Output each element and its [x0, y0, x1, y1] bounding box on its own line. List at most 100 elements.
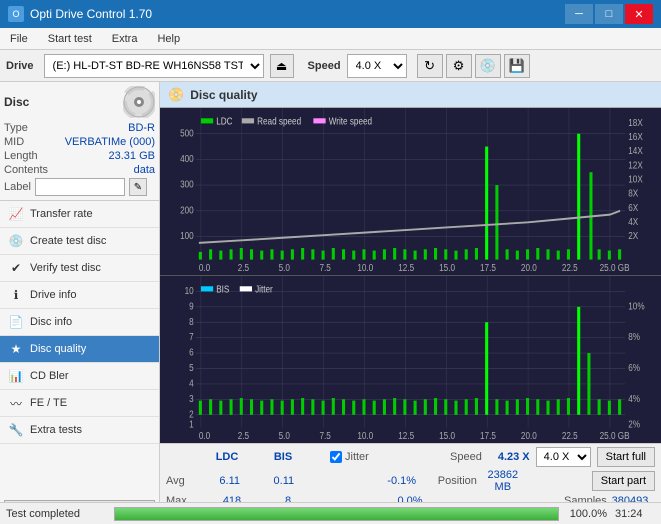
nav-fe-te[interactable]: 〰 FE / TE — [0, 390, 159, 417]
svg-text:2%: 2% — [628, 419, 640, 430]
disc-button[interactable]: 💿 — [475, 54, 501, 78]
svg-text:Read speed: Read speed — [257, 116, 301, 127]
charts-area: 500 400 300 200 100 18X 16X 14X 12X 10X … — [160, 108, 661, 443]
menu-extra[interactable]: Extra — [106, 31, 144, 47]
avg-bis: 0.11 — [260, 475, 308, 487]
position-label: Position — [438, 475, 473, 487]
svg-text:10%: 10% — [628, 301, 644, 312]
drive-select[interactable]: (E:) HL-DT-ST BD-RE WH16NS58 TST4 — [44, 54, 264, 78]
svg-text:2X: 2X — [628, 230, 638, 241]
disc-info-icon: 📄 — [8, 314, 24, 330]
svg-text:7.5: 7.5 — [320, 262, 331, 273]
svg-text:3: 3 — [189, 393, 194, 404]
length-value: 23.31 GB — [109, 150, 155, 162]
nav-verify-test-disc[interactable]: ✔ Verify test disc — [0, 255, 159, 282]
svg-text:17.5: 17.5 — [480, 262, 496, 273]
chart1-svg: 500 400 300 200 100 18X 16X 14X 12X 10X … — [160, 108, 661, 275]
maximize-button[interactable]: □ — [595, 4, 623, 24]
svg-text:LDC: LDC — [216, 116, 233, 127]
length-label: Length — [4, 150, 38, 162]
drive-info-label: Drive info — [30, 289, 76, 301]
refresh-button[interactable]: ↻ — [417, 54, 443, 78]
disc-info-label: Disc info — [30, 316, 72, 328]
svg-text:25.0 GB: 25.0 GB — [600, 262, 630, 273]
fe-te-label: FE / TE — [30, 397, 67, 409]
speed-select[interactable]: 4.0 X — [347, 54, 407, 78]
disc-panel: Disc Type BD-R MID VERBATIMe (000) Lengt… — [0, 82, 159, 201]
save-button[interactable]: 💾 — [504, 54, 530, 78]
menu-start-test[interactable]: Start test — [42, 31, 98, 47]
svg-text:4X: 4X — [628, 216, 638, 227]
start-full-button[interactable]: Start full — [597, 447, 655, 467]
svg-text:14X: 14X — [628, 145, 643, 156]
svg-text:0.0: 0.0 — [199, 430, 210, 441]
svg-text:200: 200 — [180, 204, 194, 215]
svg-text:9: 9 — [189, 301, 194, 312]
nav-disc-quality[interactable]: ★ Disc quality — [0, 336, 159, 363]
transfer-rate-icon: 📈 — [8, 206, 24, 222]
label-input[interactable] — [35, 178, 125, 196]
cd-bler-label: CD Bler — [30, 370, 69, 382]
extra-tests-icon: 🔧 — [8, 422, 24, 438]
svg-text:6%: 6% — [628, 362, 640, 373]
settings-button[interactable]: ⚙ — [446, 54, 472, 78]
svg-text:5.0: 5.0 — [279, 262, 290, 273]
ldc-header: LDC — [202, 451, 252, 463]
label-edit-button[interactable]: ✎ — [129, 178, 147, 196]
chart1-container: 500 400 300 200 100 18X 16X 14X 12X 10X … — [160, 108, 661, 276]
position-value: 23862 MB — [479, 469, 527, 493]
panel-icon: 📀 — [168, 87, 184, 103]
stats-avg-row: Avg 6.11 0.11 -0.1% Position 23862 MB St… — [166, 469, 655, 493]
jitter-checkbox[interactable] — [330, 451, 342, 463]
svg-text:20.0: 20.0 — [521, 262, 537, 273]
menu-file[interactable]: File — [4, 31, 34, 47]
svg-text:16X: 16X — [628, 131, 643, 142]
jitter-header: Jitter — [345, 451, 369, 463]
svg-text:18X: 18X — [628, 117, 643, 128]
start-part-button[interactable]: Start part — [592, 471, 655, 491]
nav-create-test-disc[interactable]: 💿 Create test disc — [0, 228, 159, 255]
main-layout: Disc Type BD-R MID VERBATIMe (000) Lengt… — [0, 82, 661, 524]
contents-label: Contents — [4, 164, 48, 176]
disc-quality-label: Disc quality — [30, 343, 86, 355]
contents-value: data — [134, 164, 155, 176]
type-label: Type — [4, 122, 28, 134]
svg-text:7.5: 7.5 — [320, 430, 331, 441]
mid-value: VERBATIMe (000) — [65, 136, 155, 148]
svg-text:22.5: 22.5 — [562, 430, 578, 441]
svg-text:8X: 8X — [628, 188, 638, 199]
speed-select-stats[interactable]: 4.0 X — [536, 447, 591, 467]
close-button[interactable]: ✕ — [625, 4, 653, 24]
panel-header: 📀 Disc quality — [160, 82, 661, 108]
speed-label: Speed — [308, 60, 341, 72]
svg-text:17.5: 17.5 — [480, 430, 496, 441]
svg-text:15.0: 15.0 — [439, 430, 455, 441]
svg-text:5.0: 5.0 — [279, 430, 290, 441]
nav-cd-bler[interactable]: 📊 CD Bler — [0, 363, 159, 390]
avg-ldc: 6.11 — [206, 475, 254, 487]
nav-extra-tests[interactable]: 🔧 Extra tests — [0, 417, 159, 444]
label-key: Label — [4, 181, 31, 193]
status-text: Test completed — [6, 508, 106, 520]
svg-text:100: 100 — [180, 230, 194, 241]
svg-text:22.5: 22.5 — [562, 262, 578, 273]
title-bar: O Opti Drive Control 1.70 ─ □ ✕ — [0, 0, 661, 28]
nav-transfer-rate[interactable]: 📈 Transfer rate — [0, 201, 159, 228]
minimize-button[interactable]: ─ — [565, 4, 593, 24]
menu-bar: File Start test Extra Help — [0, 28, 661, 50]
svg-text:12.5: 12.5 — [398, 262, 414, 273]
svg-text:8: 8 — [189, 316, 194, 327]
svg-text:2.5: 2.5 — [238, 430, 249, 441]
menu-help[interactable]: Help — [151, 31, 186, 47]
create-test-disc-label: Create test disc — [30, 235, 106, 247]
svg-text:5: 5 — [189, 362, 194, 373]
nav-drive-info[interactable]: ℹ Drive info — [0, 282, 159, 309]
progress-fill — [115, 508, 558, 520]
eject-button[interactable]: ⏏ — [270, 54, 294, 78]
right-panel: 📀 Disc quality — [160, 82, 661, 524]
avg-jitter: -0.1% — [378, 475, 426, 487]
svg-text:10: 10 — [185, 285, 194, 296]
nav-disc-info[interactable]: 📄 Disc info — [0, 309, 159, 336]
create-test-disc-icon: 💿 — [8, 233, 24, 249]
progress-bar — [114, 507, 559, 521]
